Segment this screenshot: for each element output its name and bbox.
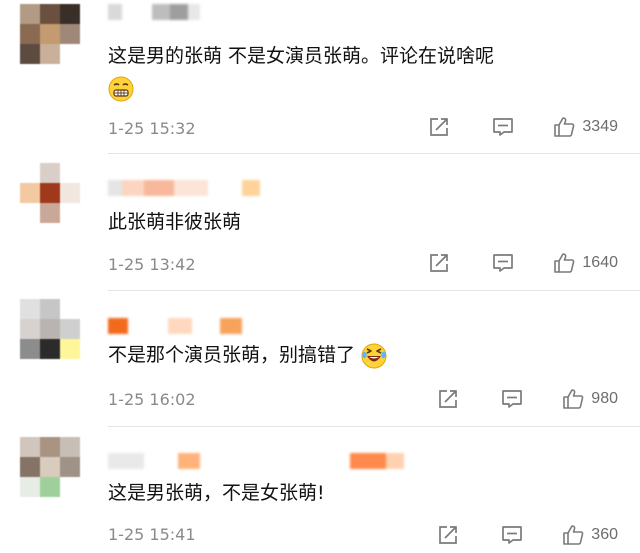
comment-timestamp: 1-25 16:02 [108,390,196,409]
comment-text: 这是男的张萌 不是女演员张萌。评论在说啥呢 [108,43,494,69]
thumbs-up-icon[interactable] [552,115,576,139]
comment-text: 此张萌非彼张萌 [108,211,242,233]
comment-text-content: 这是男的张萌 不是女演员张萌。评论在说啥呢 [108,45,495,67]
comment-timestamp: 1-25 13:42 [108,255,196,274]
share-icon[interactable] [436,523,460,547]
thumbs-up-icon[interactable] [561,523,585,547]
divider [108,153,640,154]
comment-actions: 980 [436,386,618,412]
like-count: 980 [591,390,618,407]
avatar[interactable] [20,163,80,223]
like-count: 3349 [582,118,618,135]
grimace-face-emoji [108,76,134,102]
username-blurred[interactable] [108,180,260,196]
thumbs-up-icon[interactable] [561,387,585,411]
thumbs-up-icon[interactable] [552,251,576,275]
share-icon[interactable] [427,251,451,275]
username-blurred[interactable] [108,4,200,20]
comment-actions: 3349 [427,114,618,140]
comment-icon[interactable] [500,523,524,547]
comment-feed: 这是男的张萌 不是女演员张萌。评论在说啥呢 1-25 15:32 3349 此张… [0,0,640,553]
share-icon[interactable] [427,115,451,139]
comment-text: 不是那个演员张萌，别搞错了 [108,342,387,369]
username-blurred[interactable] [108,453,404,469]
comment-icon[interactable] [500,387,524,411]
comment-actions: 1640 [427,250,618,276]
avatar[interactable] [20,299,80,359]
comment-emoji-line [108,75,134,102]
comment-text-content: 不是那个演员张萌，别搞错了 [108,344,356,366]
like-count: 1640 [582,254,618,271]
divider [108,426,640,427]
like-count: 360 [591,526,618,543]
comment-actions: 360 [436,522,618,548]
laughing-tears-emoji [361,343,387,369]
comment-timestamp: 1-25 15:32 [108,119,196,138]
divider [108,290,640,291]
comment-icon[interactable] [491,251,515,275]
share-icon[interactable] [436,387,460,411]
comment-timestamp: 1-25 15:41 [108,525,196,544]
username-blurred[interactable] [108,318,242,334]
avatar[interactable] [20,437,80,497]
avatar[interactable] [20,4,80,64]
comment-icon[interactable] [491,115,515,139]
comment-text: 这是男张萌，不是女张萌! [108,482,325,504]
